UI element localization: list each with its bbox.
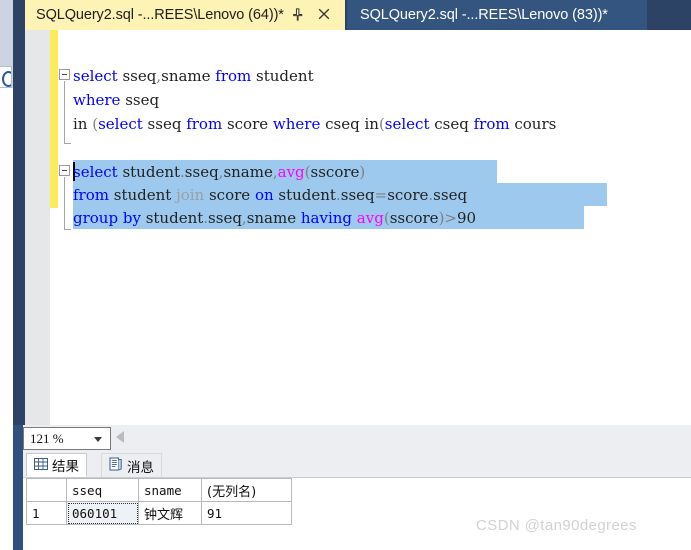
code-token: ) <box>359 163 366 181</box>
zoom-level-dropdown[interactable]: 121 % <box>23 427 111 450</box>
code-token: where <box>272 115 321 133</box>
editor-status-bar: 121 % <box>23 425 691 453</box>
code-token: cseq <box>429 115 474 133</box>
grid-icon <box>34 457 48 474</box>
editor-change-bar <box>50 30 58 208</box>
window-rail-lower <box>13 425 23 550</box>
message-icon <box>109 457 123 474</box>
ssms-window: SQLQuery2.sql -...REES\Lenovo (64))* SQL… <box>0 0 691 550</box>
code-token: sscore <box>310 163 360 181</box>
grid-header-rownum[interactable] <box>27 479 67 502</box>
code-token: sseq <box>142 115 187 133</box>
code-token: avg <box>356 209 384 227</box>
code-token: select <box>73 67 118 85</box>
close-icon[interactable] <box>316 6 332 22</box>
code-token: in <box>364 115 379 133</box>
code-token: from <box>473 115 510 133</box>
code-token: student <box>273 186 336 204</box>
results-tab-strip: 结果 消息 <box>23 453 691 478</box>
code-token: from <box>215 67 252 85</box>
code-token: score <box>222 115 273 133</box>
database-icon <box>2 71 11 87</box>
code-token: cseq <box>320 115 365 133</box>
tab-sqlquery2-64[interactable]: SQLQuery2.sql -...REES\Lenovo (64))* <box>25 0 345 30</box>
table-row[interactable]: 1 060101 钟文辉 91 <box>27 502 292 525</box>
code-token: avg <box>277 163 305 181</box>
code-token: from <box>73 186 109 204</box>
tab-results-label: 结果 <box>52 459 79 474</box>
code-token: > <box>444 209 457 227</box>
grid-cell-unnamed[interactable]: 91 <box>202 502 292 525</box>
object-explorer-tab-icon[interactable] <box>0 66 12 88</box>
results-grid[interactable]: sseq sname (无列名) 1 060101 钟文辉 91 <box>26 478 292 525</box>
code-line-6-text: group by student.sseq,sname having avg(s… <box>58 206 476 230</box>
code-line-1[interactable]: select sseq,sname from student <box>58 64 314 88</box>
code-token: sseq <box>120 91 160 109</box>
code-line-1-text: select sseq,sname from student <box>58 64 314 88</box>
sql-editor[interactable]: select sseq,sname from student where sse… <box>25 30 691 425</box>
tab-messages[interactable]: 消息 <box>101 453 162 477</box>
results-grid-header-row: sseq sname (无列名) <box>27 479 292 502</box>
document-tab-bar: SQLQuery2.sql -...REES\Lenovo (64))* SQL… <box>25 0 691 30</box>
code-token: select <box>98 115 143 133</box>
code-token: having <box>300 209 353 227</box>
code-line-5[interactable]: from student join score on student.sseq=… <box>58 183 467 207</box>
code-line-6[interactable]: group by student.sseq,sname having avg(s… <box>58 206 476 230</box>
code-token: student <box>140 209 204 227</box>
grid-header-sseq[interactable]: sseq <box>67 479 139 502</box>
grid-cell-sname[interactable]: 钟文辉 <box>139 502 202 525</box>
code-line-3[interactable]: in (select sseq from score where cseq in… <box>58 112 556 136</box>
tab-title-active: SQLQuery2.sql -...REES\Lenovo (64))* <box>36 7 284 23</box>
code-token: score <box>387 186 429 204</box>
code-line-4-text: select student.sseq,sname,avg(sscore) <box>58 160 365 184</box>
left-dock-body <box>0 88 13 550</box>
code-token: sname <box>246 209 301 227</box>
code-token: sseq <box>208 209 242 227</box>
editor-code-area[interactable]: select sseq,sname from student where sse… <box>58 30 691 425</box>
code-token: sscore <box>389 209 439 227</box>
tab-sqlquery2-83[interactable]: SQLQuery2.sql -...REES\Lenovo (83))* <box>347 0 647 30</box>
code-token: student <box>108 186 177 204</box>
zoom-level-value: 121 % <box>30 430 64 446</box>
code-token: sname <box>223 163 273 181</box>
code-token: sseq <box>340 186 375 204</box>
editor-indicator-margin <box>25 30 50 425</box>
grid-cell-sseq[interactable]: 060101 <box>67 502 139 525</box>
code-line-5-text: from student join score on student.sseq=… <box>58 183 467 207</box>
code-token: student <box>251 67 314 85</box>
code-line-4[interactable]: select student.sseq,sname,avg(sscore) <box>58 160 365 184</box>
tab-title-inactive: SQLQuery2.sql -...REES\Lenovo (83))* <box>360 7 608 23</box>
code-token: join <box>176 186 205 204</box>
code-token: from <box>186 115 223 133</box>
code-token: select <box>73 163 118 181</box>
code-token: on <box>254 186 274 204</box>
code-line-3-text: in (select sseq from score where cseq in… <box>58 112 556 136</box>
pin-icon[interactable] <box>290 7 305 22</box>
code-token: 90 <box>457 209 477 227</box>
code-token: select <box>384 115 430 133</box>
code-token: sseq <box>433 186 468 204</box>
tab-results[interactable]: 结果 <box>26 453 87 477</box>
code-token: cours <box>509 115 557 133</box>
code-token: score <box>204 186 255 204</box>
grid-cell-rownum[interactable]: 1 <box>27 502 67 525</box>
code-token: group <box>73 209 119 227</box>
results-pane: 结果 消息 sseq sname (无列名) 1 060101 钟文辉 91 <box>23 453 691 550</box>
scroll-left-arrow-icon[interactable] <box>116 431 124 443</box>
grid-header-sname[interactable]: sname <box>139 479 202 502</box>
grid-header-unnamed[interactable]: (无列名) <box>202 479 292 502</box>
code-line-2-text: where sseq <box>58 88 159 112</box>
code-line-2[interactable]: where sseq <box>58 88 159 112</box>
code-token: = <box>374 186 388 204</box>
code-token: where <box>73 91 121 109</box>
watermark: CSDN @tan90degrees <box>476 517 637 534</box>
tab-messages-label: 消息 <box>127 459 154 475</box>
chevron-down-icon[interactable] <box>94 437 102 442</box>
code-token: in <box>73 115 93 133</box>
code-token: sname <box>161 67 216 85</box>
code-token: student <box>117 163 181 181</box>
code-token: sseq <box>184 163 219 181</box>
code-token: by <box>122 209 141 227</box>
code-token: sseq <box>117 67 157 85</box>
